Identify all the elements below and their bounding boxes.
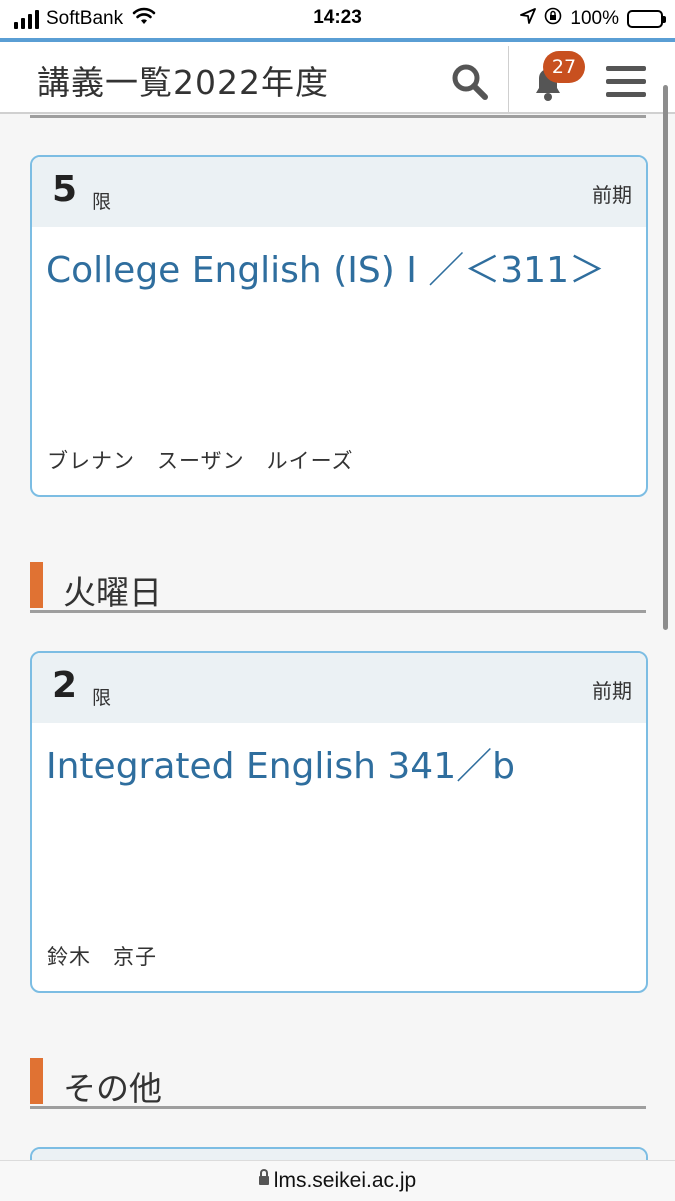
instructor-name: 鈴木 京子 xyxy=(47,945,157,969)
battery-percent: 100% xyxy=(570,8,619,29)
period-unit: 限 xyxy=(92,687,112,709)
course-card[interactable]: 2 限 前期 Integrated English 341／b 鈴木 京子 xyxy=(30,651,648,993)
period-unit: 限 xyxy=(92,191,112,213)
course-card-header: 5 限 前期 xyxy=(32,157,646,227)
instructor-name: ブレナン スーザン ルイーズ xyxy=(47,449,354,473)
term-label: 前期 xyxy=(592,679,632,703)
period-number: 2 xyxy=(52,665,78,706)
day-heading-other: その他 xyxy=(30,1058,646,1108)
day-marker xyxy=(30,1058,43,1104)
status-bar: SoftBank 14:23 100% xyxy=(0,0,675,38)
app-header: 講義一覧2022年度 27 xyxy=(0,42,675,114)
search-button[interactable] xyxy=(448,60,492,104)
page-title: 講義一覧2022年度 xyxy=(37,63,329,102)
course-card-header: 2 限 前期 xyxy=(32,653,646,723)
rotation-lock-icon xyxy=(544,7,562,31)
course-name-link[interactable]: Integrated English 341／b xyxy=(46,737,515,789)
menu-button[interactable] xyxy=(604,62,648,102)
status-right: 100% xyxy=(520,7,666,31)
scroll-indicator[interactable] xyxy=(663,85,668,630)
term-label: 前期 xyxy=(592,183,632,207)
location-icon xyxy=(520,8,537,30)
lock-icon xyxy=(258,1168,269,1185)
battery-icon xyxy=(627,10,666,28)
day-label: その他 xyxy=(63,1069,162,1108)
day-marker xyxy=(30,562,43,608)
period-number: 5 xyxy=(52,169,78,210)
header-divider xyxy=(508,46,509,112)
day-heading-tuesday: 火曜日 xyxy=(30,562,646,612)
url-text: lms.seikei.ac.jp xyxy=(273,1169,417,1192)
course-name-link[interactable]: College English (IS) I ／＜311＞ xyxy=(46,241,605,293)
section-divider xyxy=(30,115,646,118)
day-heading-underline xyxy=(30,610,646,613)
day-heading-underline xyxy=(30,1106,646,1109)
notification-count-badge[interactable]: 27 xyxy=(543,51,585,83)
menu-icon xyxy=(606,66,646,97)
day-label: 火曜日 xyxy=(63,573,162,612)
browser-url-bar[interactable]: lms.seikei.ac.jp xyxy=(0,1160,675,1201)
search-icon xyxy=(452,64,488,100)
course-card[interactable]: 5 限 前期 College English (IS) I ／＜311＞ ブレナ… xyxy=(30,155,648,497)
